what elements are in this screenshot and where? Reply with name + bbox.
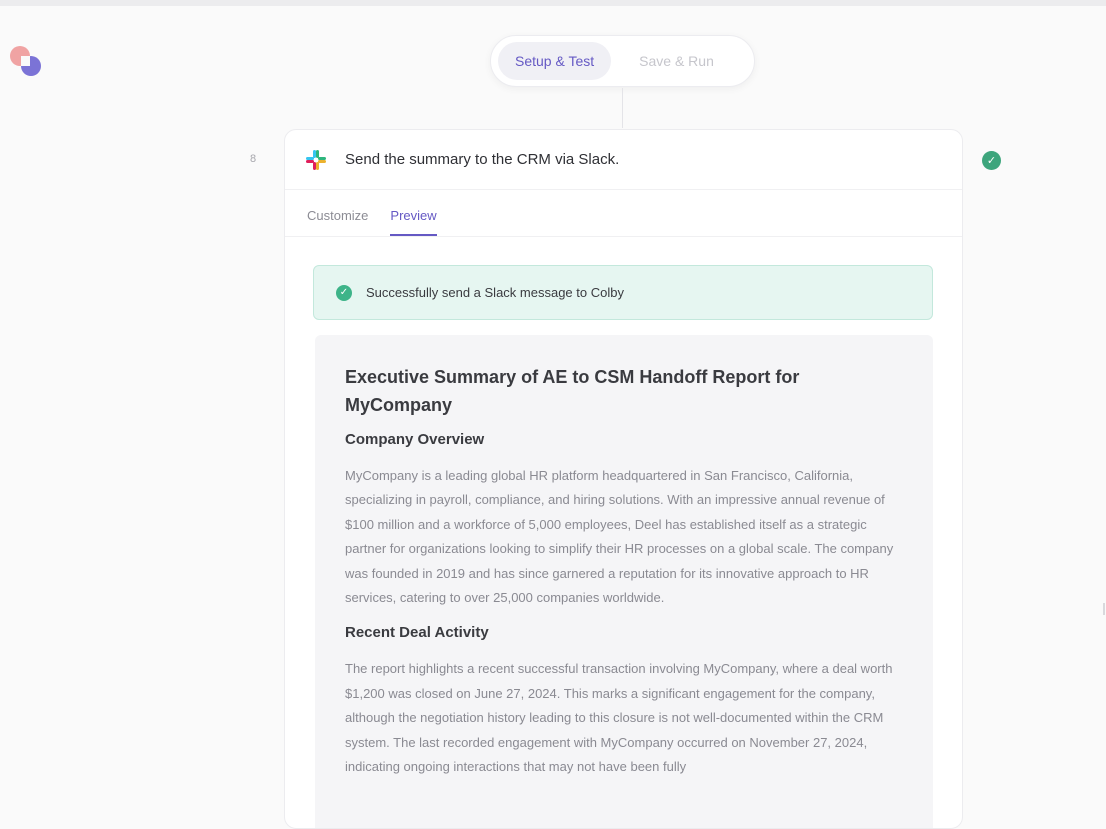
mode-switcher: Setup & Test Save & Run	[490, 35, 755, 87]
tab-customize[interactable]: Customize	[307, 208, 368, 236]
connector-line	[622, 88, 623, 128]
step-card: Send the summary to the CRM via Slack. C…	[284, 129, 963, 829]
report-title-line-1: Executive Summary of AE to CSM Handoff R…	[345, 367, 800, 387]
section-body: The report highlights a recent successfu…	[345, 661, 893, 775]
success-alert: ✓ Successfully send a Slack message to C…	[313, 265, 933, 320]
tab-preview[interactable]: Preview	[390, 208, 437, 236]
step-header[interactable]: Send the summary to the CRM via Slack.	[285, 130, 962, 190]
scroll-indicator	[1103, 603, 1105, 615]
step-tabs: Customize Preview	[285, 190, 962, 237]
slack-icon	[306, 149, 326, 170]
check-circle-icon: ✓	[982, 151, 1001, 170]
report-title: Executive Summary of AE to CSM Handoff R…	[345, 363, 903, 419]
top-bar	[0, 0, 1106, 6]
check-circle-icon: ✓	[336, 284, 352, 301]
section-heading: Recent Deal Activity	[345, 624, 489, 642]
step-title: Send the summary to the CRM via Slack.	[345, 151, 620, 168]
section-heading: Company Overview	[345, 431, 485, 448]
app-logo[interactable]	[10, 46, 42, 78]
report-title-line-2: MyCompany	[345, 395, 453, 415]
step-number: 8	[250, 153, 257, 165]
report-preview: Executive Summary of AE to CSM Handoff R…	[315, 335, 933, 828]
success-message: Successfully send a Slack message to Col…	[366, 285, 624, 300]
setup-test-button[interactable]: Setup & Test	[498, 42, 612, 80]
section-body: MyCompany is a leading global HR platfor…	[345, 468, 894, 606]
save-run-button[interactable]: Save & Run	[619, 42, 731, 80]
